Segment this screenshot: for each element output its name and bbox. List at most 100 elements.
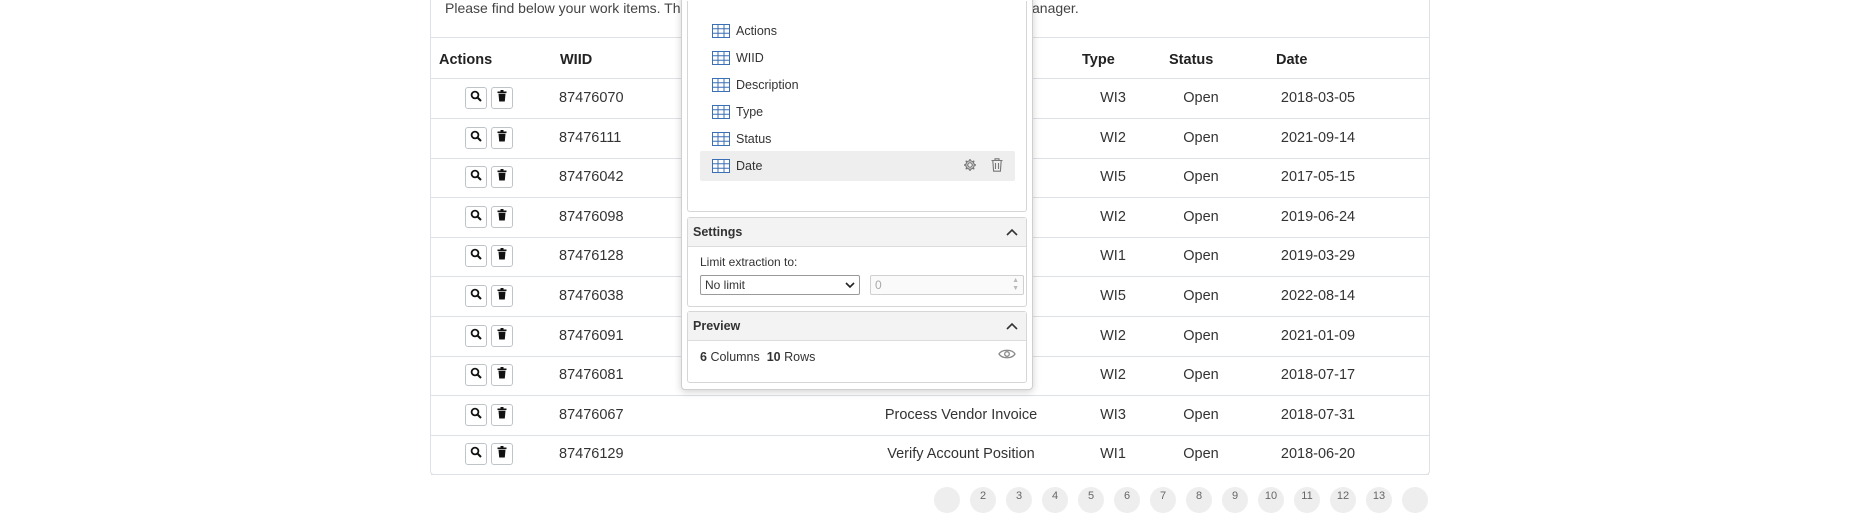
limit-select[interactable]: No limit xyxy=(700,275,860,295)
cell-status: Open xyxy=(1183,406,1219,423)
cell-date: 2022-08-14 xyxy=(1280,288,1356,304)
cell-description: Verify Account Position xyxy=(887,446,1035,463)
view-button[interactable] xyxy=(465,403,487,426)
delete-button[interactable] xyxy=(491,166,513,189)
column-item-status[interactable]: Status xyxy=(700,124,1015,154)
page-button[interactable] xyxy=(1402,487,1428,513)
view-button[interactable] xyxy=(465,324,487,347)
row-actions xyxy=(465,245,513,268)
view-button[interactable] xyxy=(465,285,487,307)
extraction-panel: Actions WIID Description Type Status Date Set… xyxy=(681,0,1033,390)
column-item-label: Actions xyxy=(736,24,777,38)
settings-title: Settings xyxy=(693,225,743,239)
cell-type: WI2 xyxy=(1100,367,1126,384)
page-button[interactable]: 9 xyxy=(1222,487,1248,513)
row-actions xyxy=(465,87,513,109)
table-column-icon xyxy=(712,159,730,173)
delete-button[interactable] xyxy=(491,285,513,307)
search-icon xyxy=(470,406,482,424)
stepper-icon[interactable]: ▲ ▼ xyxy=(1012,277,1019,293)
cell-wiid: 87476091 xyxy=(559,327,624,344)
cell-status: Open xyxy=(1183,327,1219,344)
page-button[interactable] xyxy=(934,487,960,513)
cell-date: 2018-07-31 xyxy=(1280,406,1356,423)
cell-wiid: 87476128 xyxy=(559,248,624,265)
delete-button[interactable] xyxy=(491,245,513,268)
th-wiid[interactable]: WIID xyxy=(560,52,592,68)
chevron-down-icon xyxy=(845,278,855,292)
view-button[interactable] xyxy=(465,87,487,109)
page-button[interactable]: 11 xyxy=(1294,487,1320,513)
table-column-icon xyxy=(712,105,730,119)
row-actions xyxy=(465,285,513,307)
row-actions xyxy=(465,166,513,189)
search-icon xyxy=(470,445,482,463)
view-button[interactable] xyxy=(465,364,487,387)
column-item-date[interactable]: Date xyxy=(700,151,1015,181)
chevron-up-icon[interactable] xyxy=(1006,225,1018,239)
table-row: 87476067 Process Vendor Invoice WI3 Open 201… xyxy=(431,396,1429,436)
eye-icon[interactable] xyxy=(998,348,1016,363)
page-button[interactable]: 7 xyxy=(1150,487,1176,513)
column-item-actions[interactable]: Actions xyxy=(700,16,1015,46)
settings-header[interactable]: Settings xyxy=(688,218,1026,247)
th-date[interactable]: Date xyxy=(1276,52,1307,68)
delete-button[interactable] xyxy=(491,443,513,466)
th-type[interactable]: Type xyxy=(1082,52,1115,68)
page-button[interactable]: 2 xyxy=(970,487,996,513)
delete-button[interactable] xyxy=(491,364,513,387)
page-button[interactable]: 5 xyxy=(1078,487,1104,513)
cell-description: Process Vendor Invoice xyxy=(884,406,1038,423)
gear-icon[interactable] xyxy=(963,158,977,175)
cell-status: Open xyxy=(1183,129,1219,146)
delete-button[interactable] xyxy=(491,324,513,347)
cell-wiid: 87476038 xyxy=(559,288,624,304)
columns-count: 6 xyxy=(700,350,707,364)
intro-text-tail: anager. xyxy=(1032,0,1079,16)
row-actions xyxy=(465,364,513,387)
page-button[interactable]: 12 xyxy=(1330,487,1356,513)
column-item-description[interactable]: Description xyxy=(700,70,1015,100)
page-button[interactable]: 10 xyxy=(1258,487,1284,513)
cell-type: WI3 xyxy=(1100,90,1126,106)
preview-section: Preview 6 Columns 10 Rows xyxy=(687,311,1027,383)
view-button[interactable] xyxy=(465,205,487,228)
th-actions[interactable]: Actions xyxy=(439,52,492,68)
trash-icon xyxy=(497,89,507,107)
table-row: 87476129 Verify Account Position WI1 Open 20… xyxy=(431,435,1429,476)
trash-icon xyxy=(497,247,507,265)
page-button[interactable]: 3 xyxy=(1006,487,1032,513)
limit-number-input[interactable]: 0 ▲ ▼ xyxy=(870,275,1024,295)
column-item-wiid[interactable]: WIID xyxy=(700,43,1015,73)
search-icon xyxy=(470,208,482,226)
settings-section: Settings Limit extraction to: No limit 0… xyxy=(687,217,1027,307)
cell-type: WI2 xyxy=(1100,129,1126,146)
cell-date: 2018-06-20 xyxy=(1280,446,1356,463)
preview-title: Preview xyxy=(693,319,741,333)
view-button[interactable] xyxy=(465,126,487,149)
pagination: 2 3 4 5 6 7 8 9 10 11 12 13 xyxy=(934,487,1428,513)
page-button[interactable]: 6 xyxy=(1114,487,1140,513)
th-status[interactable]: Status xyxy=(1169,52,1213,68)
column-item-type[interactable]: Type xyxy=(700,97,1015,127)
row-actions xyxy=(465,443,513,466)
view-button[interactable] xyxy=(465,443,487,466)
page-button[interactable]: 13 xyxy=(1366,487,1392,513)
page-button[interactable]: 8 xyxy=(1186,487,1212,513)
cell-status: Open xyxy=(1183,248,1219,265)
chevron-up-icon[interactable] xyxy=(1006,319,1018,333)
delete-button[interactable] xyxy=(491,87,513,109)
cell-date: 2018-03-05 xyxy=(1280,90,1356,106)
trash-icon[interactable] xyxy=(991,158,1003,175)
cell-date: 2019-03-29 xyxy=(1280,248,1356,265)
delete-button[interactable] xyxy=(491,126,513,149)
view-button[interactable] xyxy=(465,245,487,268)
search-icon xyxy=(470,287,482,305)
page-button[interactable]: 4 xyxy=(1042,487,1068,513)
preview-header[interactable]: Preview xyxy=(688,312,1026,341)
view-button[interactable] xyxy=(465,166,487,189)
delete-button[interactable] xyxy=(491,205,513,228)
cell-date: 2018-07-17 xyxy=(1280,367,1356,384)
delete-button[interactable] xyxy=(491,403,513,426)
column-list: Actions WIID Description Type Status Date xyxy=(687,1,1027,212)
